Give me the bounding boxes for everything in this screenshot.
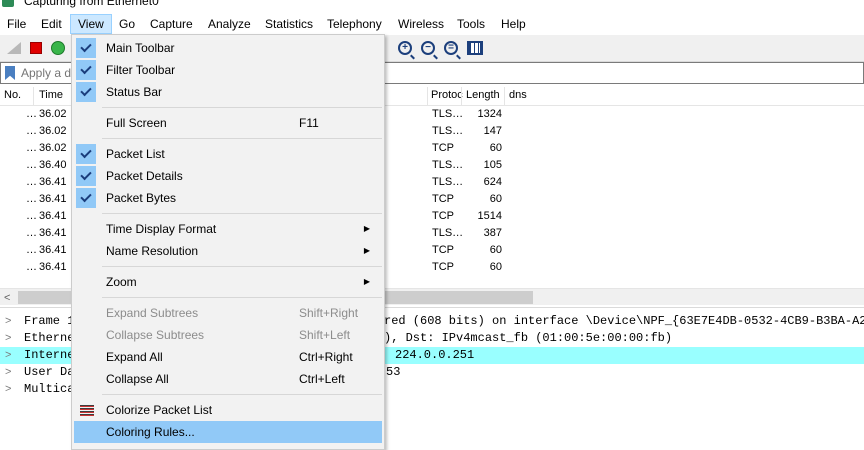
column-header-no[interactable]: No. xyxy=(4,89,21,101)
menu-telephony[interactable]: Telephony xyxy=(320,14,389,34)
column-header-info[interactable]: dns xyxy=(509,89,527,101)
menu-item-packet-bytes[interactable]: Packet Bytes xyxy=(74,187,382,209)
checkmark-icon xyxy=(76,60,96,80)
menu-help[interactable]: Help xyxy=(494,14,533,34)
checkmark-icon xyxy=(76,38,96,58)
menu-separator xyxy=(102,266,382,267)
menu-bar: File Edit View Go Capture Analyze Statis… xyxy=(0,12,864,34)
menu-separator xyxy=(102,213,382,214)
expand-arrow-icon[interactable]: > xyxy=(5,313,11,330)
menu-item-full-screen[interactable]: Full Screen F11 xyxy=(74,112,382,134)
checkmark-icon xyxy=(76,166,96,186)
column-header-time[interactable]: Time xyxy=(39,89,63,101)
menu-item-filter-toolbar[interactable]: Filter Toolbar xyxy=(74,59,382,81)
menu-file[interactable]: File xyxy=(0,14,33,34)
menu-item-main-toolbar[interactable]: Main Toolbar xyxy=(74,37,382,59)
menu-capture[interactable]: Capture xyxy=(143,14,200,34)
checkmark-icon xyxy=(76,82,96,102)
window-title: Capturing from Ethernet0 xyxy=(24,0,159,8)
checkmark-icon xyxy=(76,144,96,164)
menu-separator xyxy=(102,297,382,298)
wireshark-app-icon xyxy=(2,0,14,7)
menu-item-colorize-packet-list[interactable]: Colorize Packet List xyxy=(74,399,382,421)
menu-item-expand-subtrees: Expand Subtrees Shift+Right xyxy=(74,302,382,324)
menu-item-time-display-format[interactable]: Time Display Format ▶ xyxy=(74,218,382,240)
menu-item-status-bar[interactable]: Status Bar xyxy=(74,81,382,103)
menu-item-packet-details[interactable]: Packet Details xyxy=(74,165,382,187)
title-bar: Capturing from Ethernet0 xyxy=(0,0,864,10)
submenu-arrow-icon: ▶ xyxy=(363,246,370,255)
menu-item-expand-all[interactable]: Expand All Ctrl+Right xyxy=(74,346,382,368)
menu-separator xyxy=(102,394,382,395)
menu-separator xyxy=(102,138,382,139)
shortcut-label: Ctrl+Right xyxy=(299,350,353,364)
zoom-out-icon[interactable]: − xyxy=(419,39,437,57)
menu-item-packet-list[interactable]: Packet List xyxy=(74,143,382,165)
menu-wireless[interactable]: Wireless xyxy=(391,14,451,34)
menu-separator xyxy=(102,107,382,108)
resize-columns-icon[interactable] xyxy=(466,39,484,57)
menu-go[interactable]: Go xyxy=(112,14,142,34)
expand-arrow-icon[interactable]: > xyxy=(5,381,11,398)
zoom-in-icon[interactable]: + xyxy=(396,39,414,57)
shortcut-label: Ctrl+Left xyxy=(299,372,345,386)
shortcut-label: Shift+Right xyxy=(299,306,359,320)
shortcut-label: Shift+Left xyxy=(299,328,351,342)
menu-item-collapse-all[interactable]: Collapse All Ctrl+Left xyxy=(74,368,382,390)
restart-capture-icon[interactable] xyxy=(49,39,67,57)
menu-tools[interactable]: Tools xyxy=(450,14,492,34)
bookmark-icon[interactable] xyxy=(5,66,15,80)
submenu-arrow-icon: ▶ xyxy=(363,277,370,286)
scroll-left-icon[interactable]: < xyxy=(4,292,10,304)
checkmark-icon xyxy=(76,188,96,208)
menu-item-collapse-subtrees: Collapse Subtrees Shift+Left xyxy=(74,324,382,346)
menu-item-coloring-rules[interactable]: Coloring Rules... xyxy=(74,421,382,443)
expand-arrow-icon[interactable]: > xyxy=(5,364,11,381)
menu-item-name-resolution[interactable]: Name Resolution ▶ xyxy=(74,240,382,262)
menu-statistics[interactable]: Statistics xyxy=(258,14,320,34)
menu-view[interactable]: View xyxy=(70,14,112,34)
expand-arrow-icon[interactable]: > xyxy=(5,347,11,364)
shortcut-label: F11 xyxy=(299,116,319,130)
menu-analyze[interactable]: Analyze xyxy=(201,14,258,34)
colorize-icon xyxy=(80,405,94,416)
column-header-protocol[interactable]: Protoc xyxy=(431,89,463,101)
menu-item-zoom[interactable]: Zoom ▶ xyxy=(74,271,382,293)
view-menu-dropdown: Main Toolbar Filter Toolbar Status Bar F… xyxy=(71,34,385,450)
shark-fin-icon[interactable] xyxy=(5,39,23,57)
stop-capture-icon[interactable] xyxy=(27,39,45,57)
submenu-arrow-icon: ▶ xyxy=(363,224,370,233)
column-header-length[interactable]: Length xyxy=(466,89,500,101)
menu-edit[interactable]: Edit xyxy=(34,14,69,34)
expand-arrow-icon[interactable]: > xyxy=(5,330,11,347)
normal-size-icon[interactable]: = xyxy=(442,39,460,57)
